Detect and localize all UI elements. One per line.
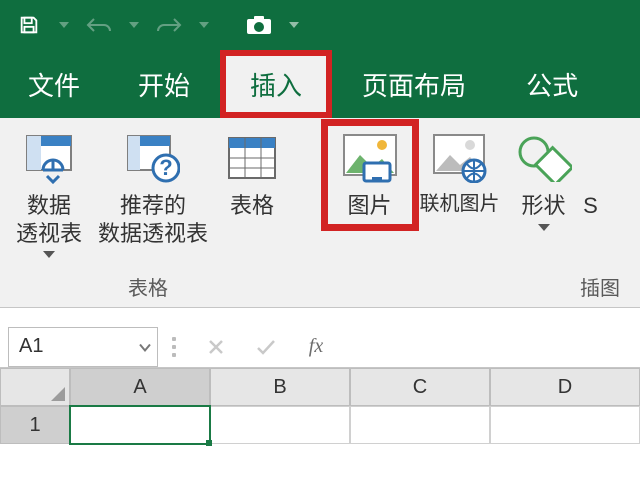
cell-B1[interactable] <box>210 406 350 444</box>
grip-icon <box>172 327 180 367</box>
cell-C1[interactable] <box>350 406 490 444</box>
formula-bar-area: A1 fx <box>0 308 640 368</box>
tab-insert[interactable]: 插入 <box>220 50 332 118</box>
column-header-D[interactable]: D <box>490 368 640 406</box>
name-box-value: A1 <box>19 335 43 358</box>
group-illustrations-label: 插图 <box>580 272 620 301</box>
table-label: 表格 <box>230 192 274 220</box>
pivot-table-icon <box>21 130 77 186</box>
shapes-button[interactable]: 形状 <box>508 126 580 235</box>
picture-button[interactable]: 图片 <box>328 126 412 224</box>
fx-button[interactable]: fx <box>294 327 338 367</box>
pivot-table-button[interactable]: 数据 透视表 <box>8 126 90 262</box>
save-icon[interactable] <box>12 8 46 42</box>
online-picture-button[interactable]: 联机图片 <box>412 126 508 221</box>
worksheet-grid: A B C D 1 <box>0 368 640 444</box>
more-icon <box>581 130 601 186</box>
table-button[interactable]: 表格 <box>216 126 288 224</box>
redo-dropdown-icon[interactable] <box>194 8 214 42</box>
recommended-pivot-button[interactable]: ? 推荐的 数据透视表 <box>90 126 216 251</box>
select-all-corner[interactable] <box>0 368 70 406</box>
tab-file[interactable]: 文件 <box>0 50 108 118</box>
group-tables: 数据 透视表 ? 推荐的 数据透视表 表格 表格 <box>0 118 296 307</box>
name-box[interactable]: A1 <box>8 327 158 367</box>
save-dropdown-icon[interactable] <box>54 8 74 42</box>
tab-page-layout[interactable]: 页面布局 <box>332 50 496 118</box>
column-header-B[interactable]: B <box>210 368 350 406</box>
cell-D1[interactable] <box>490 406 640 444</box>
enter-button[interactable] <box>244 327 288 367</box>
cancel-button[interactable] <box>194 327 238 367</box>
shapes-icon <box>516 130 572 186</box>
undo-icon[interactable] <box>82 8 116 42</box>
redo-icon[interactable] <box>152 8 186 42</box>
recommended-pivot-icon: ? <box>125 130 181 186</box>
group-tables-label: 表格 <box>128 272 168 301</box>
picture-label: 图片 <box>348 192 392 220</box>
cell-A1[interactable] <box>70 406 210 444</box>
camera-icon[interactable] <box>242 8 276 42</box>
qat-customize-icon[interactable] <box>284 8 304 42</box>
column-header-C[interactable]: C <box>350 368 490 406</box>
online-picture-icon <box>432 130 488 186</box>
group-illustrations: 图片 联机图片 形状 S 插图 <box>297 118 640 307</box>
row-header-1[interactable]: 1 <box>0 406 70 444</box>
shapes-label: 形状 <box>522 192 566 220</box>
recommended-pivot-label: 推荐的 数据透视表 <box>98 192 208 247</box>
chevron-down-icon <box>43 251 55 258</box>
fx-label: fx <box>309 335 323 358</box>
ribbon: 数据 透视表 ? 推荐的 数据透视表 表格 表格 <box>0 118 640 308</box>
quick-access-toolbar <box>0 0 640 50</box>
chevron-down-icon <box>538 224 550 231</box>
picture-icon <box>342 130 398 186</box>
more-button[interactable]: S <box>580 126 610 224</box>
tab-formulas[interactable]: 公式 <box>496 50 608 118</box>
chevron-down-icon[interactable] <box>139 335 151 358</box>
online-picture-label: 联机图片 <box>420 192 500 217</box>
undo-dropdown-icon[interactable] <box>124 8 144 42</box>
tab-home[interactable]: 开始 <box>108 50 220 118</box>
more-label: S <box>583 192 598 220</box>
formula-bar: A1 fx <box>0 308 640 368</box>
svg-text:?: ? <box>159 155 172 180</box>
table-icon <box>224 130 280 186</box>
ribbon-tabs: 文件 开始 插入 页面布局 公式 <box>0 50 640 118</box>
pivot-table-label: 数据 透视表 <box>16 192 82 247</box>
column-header-A[interactable]: A <box>70 368 210 406</box>
